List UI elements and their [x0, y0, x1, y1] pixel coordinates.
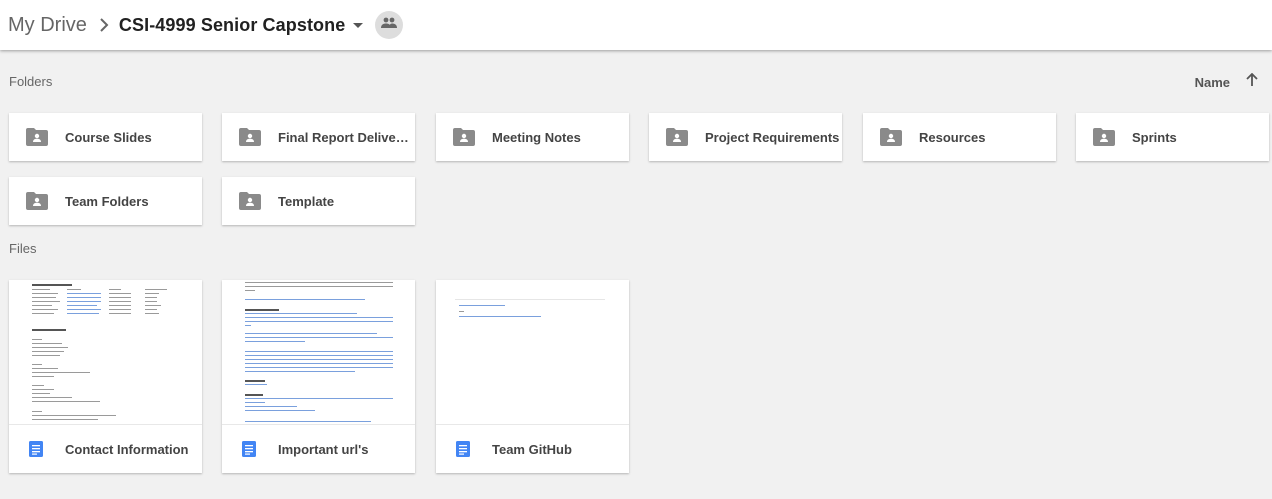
folder-meeting-notes[interactable]: Meeting Notes	[436, 113, 629, 161]
folder-name: Project Requirements	[705, 129, 840, 145]
shared-folder-icon	[26, 128, 48, 146]
people-icon	[381, 16, 398, 34]
file-name: Team GitHub	[492, 441, 572, 457]
folder-project-requirements[interactable]: Project Requirements	[649, 113, 842, 161]
file-contact-information[interactable]: Contact Information	[9, 280, 202, 473]
document-thumbnail	[9, 280, 202, 425]
file-team-github[interactable]: Team GitHub	[436, 280, 629, 473]
file-name: Contact Information	[65, 441, 189, 457]
google-doc-icon	[456, 441, 470, 457]
sort-control[interactable]: Name	[1195, 72, 1258, 92]
caret-down-icon[interactable]	[353, 22, 364, 28]
file-footer: Contact Information	[9, 425, 202, 473]
shared-folder-icon	[239, 192, 261, 210]
folder-name: Course Slides	[65, 129, 152, 145]
folder-name: Final Report Deliverables	[278, 129, 413, 145]
folder-final-report-deliverables[interactable]: Final Report Deliverables	[222, 113, 415, 161]
shared-folder-icon	[453, 128, 475, 146]
file-important-urls[interactable]: Important url's	[222, 280, 415, 473]
folder-name: Sprints	[1132, 129, 1177, 145]
folder-sprints[interactable]: Sprints	[1076, 113, 1269, 161]
arrow-up-icon[interactable]	[1246, 72, 1258, 92]
shared-folder-icon	[666, 128, 688, 146]
folders-section-label: Folders	[9, 74, 53, 89]
folder-name: Resources	[919, 129, 986, 145]
folder-name: Meeting Notes	[492, 129, 581, 145]
breadcrumb-current-folder[interactable]: CSI-4999 Senior Capstone	[119, 15, 345, 36]
folder-template[interactable]: Template	[222, 177, 415, 225]
shared-folder-icon	[1093, 128, 1115, 146]
breadcrumb-bar: My Drive CSI-4999 Senior Capstone	[0, 0, 1272, 50]
google-doc-icon	[29, 441, 43, 457]
file-name: Important url's	[278, 441, 369, 457]
folder-resources[interactable]: Resources	[863, 113, 1056, 161]
files-section-label: Files	[9, 241, 37, 256]
folder-name: Template	[278, 193, 335, 209]
folder-course-slides[interactable]: Course Slides	[9, 113, 202, 161]
chevron-right-icon	[99, 18, 109, 32]
google-doc-icon	[242, 441, 256, 457]
document-thumbnail	[436, 280, 629, 425]
shared-folder-button[interactable]	[375, 11, 404, 39]
file-footer: Important url's	[222, 425, 415, 473]
document-thumbnail	[222, 280, 415, 425]
folder-team-folders[interactable]: Team Folders	[9, 177, 202, 225]
sort-name-label[interactable]: Name	[1195, 75, 1230, 90]
shared-folder-icon	[880, 128, 902, 146]
folder-name: Team Folders	[65, 193, 149, 209]
shared-folder-icon	[239, 128, 261, 146]
breadcrumb-my-drive[interactable]: My Drive	[8, 14, 87, 37]
shared-folder-icon	[26, 192, 48, 210]
file-footer: Team GitHub	[436, 425, 629, 473]
